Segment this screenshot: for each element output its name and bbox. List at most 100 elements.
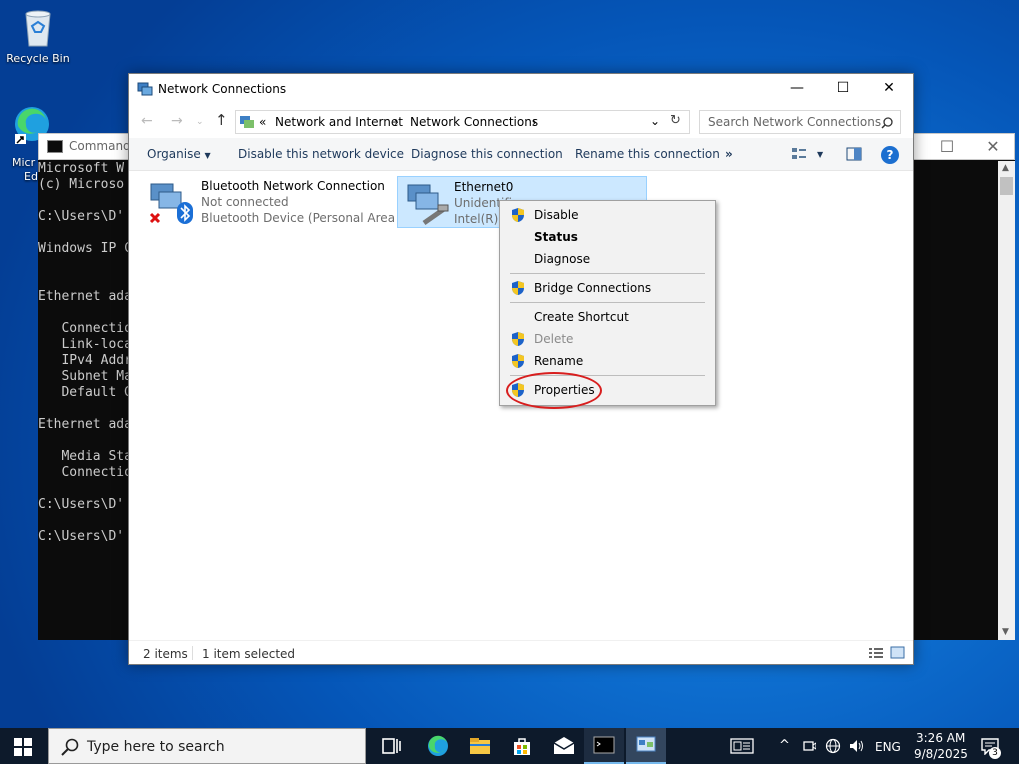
forward-arrow-icon[interactable]: → xyxy=(171,113,183,129)
recent-locations-icon[interactable]: ⌄ xyxy=(196,117,204,127)
menu-item-status[interactable]: Status xyxy=(500,226,715,248)
menu-separator xyxy=(510,302,705,303)
preview-pane-icon[interactable] xyxy=(846,147,862,161)
cmd-close-button[interactable]: ✕ xyxy=(970,134,1016,161)
menu-item-create-shortcut[interactable]: Create Shortcut xyxy=(500,306,715,328)
breadcrumb-network-connections[interactable]: Network Connections xyxy=(410,115,538,129)
uac-shield-icon xyxy=(512,281,524,295)
breadcrumb-separator-2[interactable]: › xyxy=(532,115,537,129)
network-connections-taskbar-button[interactable] xyxy=(626,728,666,764)
cmd-output-line: Media Sta xyxy=(38,449,132,464)
menu-item-bridge-connections[interactable]: Bridge Connections xyxy=(500,277,715,299)
mail-icon[interactable] xyxy=(552,734,576,758)
news-widget-icon[interactable] xyxy=(730,738,754,754)
show-hidden-icons-icon[interactable]: ^ xyxy=(779,738,790,753)
menu-item-disable[interactable]: Disable xyxy=(500,204,715,226)
edge-desktop-icon[interactable]: Micr Ed xyxy=(0,104,49,183)
cmd-output-line xyxy=(38,257,132,273)
cmd-output: Microsoft W (c) Microso C:\Users\D' Windows… xyxy=(38,161,132,545)
menu-separator xyxy=(510,273,705,274)
bluetooth-connection-device: Bluetooth Device (Personal Area ... xyxy=(201,211,411,225)
volume-icon[interactable] xyxy=(848,738,866,754)
cmd-output-line: Microsoft W xyxy=(38,161,125,176)
taskbar-search-icon xyxy=(61,738,79,756)
edge-taskbar-icon[interactable] xyxy=(426,734,450,758)
cmd-output-line: C:\Users\D' xyxy=(38,529,125,544)
search-box[interactable]: Search Network Connections xyxy=(699,110,901,134)
microsoft-store-icon[interactable] xyxy=(510,734,534,758)
menu-label: Delete xyxy=(534,332,574,346)
scroll-down-icon[interactable]: ▼ xyxy=(1002,627,1009,637)
up-arrow-icon[interactable]: ↑ xyxy=(215,111,228,129)
clock-time[interactable]: 3:26 AM xyxy=(916,731,965,745)
cmd-scroll-thumb[interactable] xyxy=(1000,177,1013,195)
command-bar: Organise ▼ Disable this network device D… xyxy=(129,138,913,171)
bluetooth-connection-item[interactable]: Bluetooth Network Connection Not connect… xyxy=(141,176,410,228)
status-bar: 2 items 1 item selected xyxy=(129,640,913,664)
help-icon[interactable]: ? xyxy=(881,146,899,164)
cmd-output-line: Subnet Ma xyxy=(38,369,132,384)
search-input[interactable]: Search Network Connections xyxy=(708,115,881,129)
status-divider xyxy=(192,646,193,660)
clock-date[interactable]: 9/8/2025 xyxy=(914,747,968,761)
menu-item-diagnose[interactable]: Diagnose xyxy=(500,248,715,270)
recycle-bin-desktop-icon[interactable]: Recycle Bin xyxy=(0,6,76,65)
refresh-icon[interactable]: ↻ xyxy=(670,113,681,128)
cmd-output-line: Connectio xyxy=(38,465,132,480)
cmd-output-line xyxy=(38,193,132,209)
disable-device-button[interactable]: Disable this network device xyxy=(238,147,404,161)
taskbar-search-box[interactable]: Type here to search xyxy=(48,728,366,764)
input-language[interactable]: ENG xyxy=(875,740,901,754)
windows-start-icon[interactable] xyxy=(14,738,32,756)
cmd-scrollbar[interactable]: ▲ ▼ xyxy=(998,161,1015,640)
maximize-button[interactable]: ☐ xyxy=(820,74,866,104)
close-button[interactable]: ✕ xyxy=(866,74,912,104)
search-icon xyxy=(881,117,893,129)
taskbar-search-input[interactable]: Type here to search xyxy=(87,739,225,755)
meet-now-icon[interactable] xyxy=(802,739,816,753)
menu-item-delete[interactable]: Delete xyxy=(500,328,715,350)
cmd-output-line xyxy=(38,433,132,449)
selection-count: 1 item selected xyxy=(202,647,296,661)
window-title-bar[interactable]: Network Connections — ☐ ✕ xyxy=(129,74,913,104)
address-dropdown-icon[interactable]: ⌄ xyxy=(650,114,660,128)
cmd-title: Command xyxy=(69,139,131,153)
uac-shield-icon xyxy=(512,208,524,222)
recycle-bin-icon xyxy=(16,6,60,50)
recycle-bin-label: Recycle Bin xyxy=(6,52,70,65)
organise-button[interactable]: Organise ▼ xyxy=(147,147,211,161)
window-title: Network Connections xyxy=(158,82,287,96)
menu-label: Bridge Connections xyxy=(534,281,652,295)
back-arrow-icon[interactable]: ← xyxy=(141,113,153,129)
rename-connection-button[interactable]: Rename this connection xyxy=(575,147,720,161)
change-view-icon[interactable] xyxy=(791,147,807,161)
cmd-output-line: Ethernet ada xyxy=(38,417,132,432)
cmd-taskbar-button[interactable] xyxy=(584,728,624,764)
uac-shield-icon xyxy=(512,332,524,346)
organise-dropdown-icon: ▼ xyxy=(204,151,211,160)
cmd-maximize-button[interactable]: ☐ xyxy=(924,134,970,161)
diagnose-connection-button[interactable]: Diagnose this connection xyxy=(411,147,563,161)
cmd-output-line: Ethernet ada xyxy=(38,289,132,304)
notification-count-badge: 3 xyxy=(989,747,1001,759)
menu-item-rename[interactable]: Rename xyxy=(500,350,715,372)
more-commands-button[interactable]: » xyxy=(725,147,733,161)
file-explorer-icon[interactable] xyxy=(468,734,492,758)
view-options-dropdown-icon[interactable]: ▼ xyxy=(817,150,823,159)
bluetooth-connection-status: Not connected xyxy=(201,195,289,209)
large-icons-view-icon[interactable] xyxy=(890,646,905,659)
highlight-ring xyxy=(506,372,602,409)
breadcrumb-separator[interactable]: › xyxy=(394,115,399,129)
cmd-output-line xyxy=(38,225,132,241)
breadcrumb-network-internet[interactable]: Network and Internet xyxy=(275,115,403,129)
address-bar-row: ← → ⌄ ↑ « Network and Internet › Network… xyxy=(129,105,913,137)
scroll-up-icon[interactable]: ▲ xyxy=(1002,163,1009,173)
breadcrumb-prefix[interactable]: « xyxy=(259,115,266,129)
details-view-icon[interactable] xyxy=(868,647,884,659)
bluetooth-connection-name: Bluetooth Network Connection xyxy=(201,179,385,193)
cmd-output-line xyxy=(38,481,132,497)
minimize-button[interactable]: — xyxy=(774,74,820,104)
address-bar[interactable]: « Network and Internet › Network Connect… xyxy=(235,110,690,134)
network-globe-icon[interactable] xyxy=(825,738,841,754)
task-view-icon[interactable] xyxy=(380,734,404,758)
